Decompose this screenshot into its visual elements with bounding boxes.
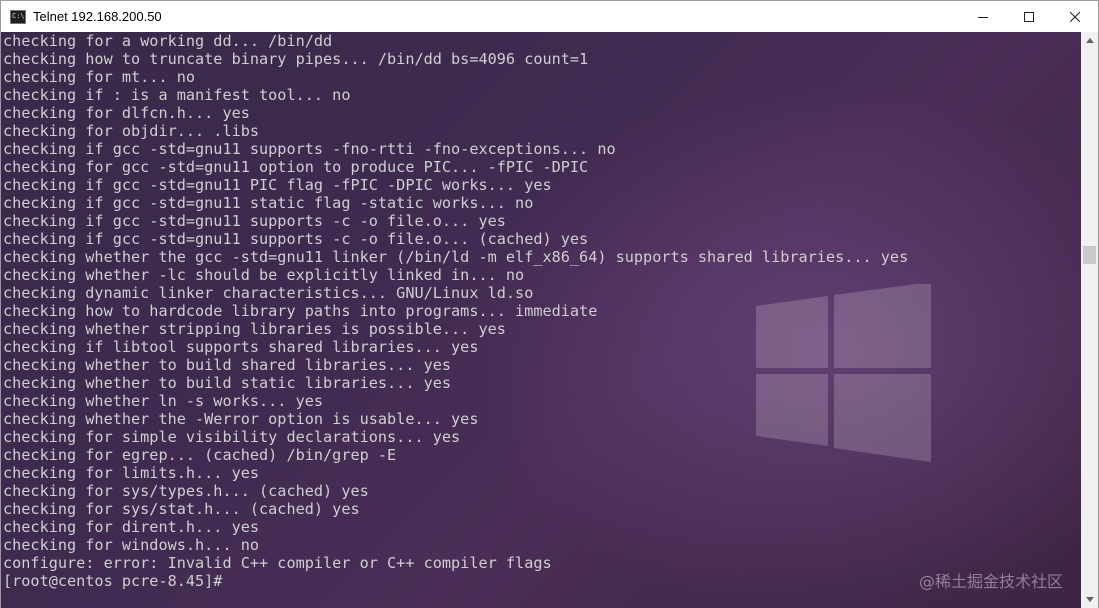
terminal-line: checking for simple visibility declarati… <box>3 428 461 446</box>
scroll-thumb[interactable] <box>1083 246 1096 264</box>
terminal-line: configure: error: Invalid C++ compiler o… <box>3 554 552 572</box>
terminal-line: checking if gcc -std=gnu11 supports -c -… <box>3 230 589 248</box>
terminal-line: checking whether the -Werror option is u… <box>3 410 479 428</box>
terminal-line: checking for gcc -std=gnu11 option to pr… <box>3 158 589 176</box>
terminal-output-area[interactable]: checking for a working dd... /bin/dd chec… <box>1 32 1081 608</box>
terminal-line: checking for dlfcn.h... yes <box>3 104 250 122</box>
terminal-line: checking for limits.h... yes <box>3 464 260 482</box>
scroll-down-arrow-icon <box>1085 597 1094 602</box>
terminal-line: checking if gcc -std=gnu11 static flag -… <box>3 194 534 212</box>
close-button[interactable] <box>1052 1 1098 32</box>
minimize-icon <box>978 16 988 18</box>
terminal-line: checking for dirent.h... yes <box>3 518 260 536</box>
terminal-line: checking for sys/types.h... (cached) yes <box>3 482 369 500</box>
terminal-line: checking whether -lc should be explicitl… <box>3 266 525 284</box>
terminal-line: checking for windows.h... no <box>3 536 260 554</box>
terminal-line: checking whether to build shared librari… <box>3 356 452 374</box>
terminal-line: checking if gcc -std=gnu11 supports -c -… <box>3 212 506 230</box>
terminal-line: checking if gcc -std=gnu11 supports -fno… <box>3 140 616 158</box>
console-icon[interactable] <box>10 9 26 24</box>
terminal-line: checking for egrep... (cached) /bin/grep… <box>3 446 397 464</box>
terminal-line: checking dynamic linker characteristics.… <box>3 284 534 302</box>
scroll-down-button[interactable] <box>1081 591 1098 608</box>
terminal-line: checking for mt... no <box>3 68 196 86</box>
close-icon <box>1070 11 1080 22</box>
terminal-line: checking if libtool supports shared libr… <box>3 338 479 356</box>
window-controls <box>960 1 1098 32</box>
minimize-button[interactable] <box>960 1 1006 32</box>
terminal-line: checking for objdir... .libs <box>3 122 260 140</box>
site-watermark: @稀土掘金技术社区 <box>918 572 1063 591</box>
shell-prompt: [root@centos pcre-8.45]# <box>3 572 223 590</box>
terminal-line: checking whether ln -s works... yes <box>3 392 324 410</box>
terminal-line: checking whether stripping libraries is … <box>3 320 506 338</box>
terminal-line: checking whether the gcc -std=gnu11 link… <box>3 248 909 266</box>
terminal-lines: checking for a working dd... /bin/dd chec… <box>3 32 908 572</box>
shell-prompt-line: [root@centos pcre-8.45]# <box>3 572 231 590</box>
terminal-line: checking for sys/stat.h... (cached) yes <box>3 500 360 518</box>
title-bar[interactable]: Telnet 192.168.200.50 <box>1 1 1098 32</box>
maximize-button[interactable] <box>1006 1 1052 32</box>
terminal-line: checking if gcc -std=gnu11 PIC flag -fPI… <box>3 176 552 194</box>
terminal-line: checking how to hardcode library paths i… <box>3 302 598 320</box>
terminal-line: checking whether to build static librari… <box>3 374 452 392</box>
scroll-up-button[interactable] <box>1081 32 1098 49</box>
vertical-scrollbar[interactable] <box>1081 32 1098 608</box>
terminal-line: checking for a working dd... /bin/dd <box>3 32 333 50</box>
terminal-line: checking how to truncate binary pipes...… <box>3 50 589 68</box>
scroll-up-arrow-icon <box>1085 38 1094 43</box>
maximize-icon <box>1024 11 1034 22</box>
terminal-line: checking if : is a manifest tool... no <box>3 86 351 104</box>
telnet-window: Telnet 192.168.200.50 checking for a wor… <box>0 0 1099 608</box>
window-title: Telnet 192.168.200.50 <box>33 9 162 24</box>
